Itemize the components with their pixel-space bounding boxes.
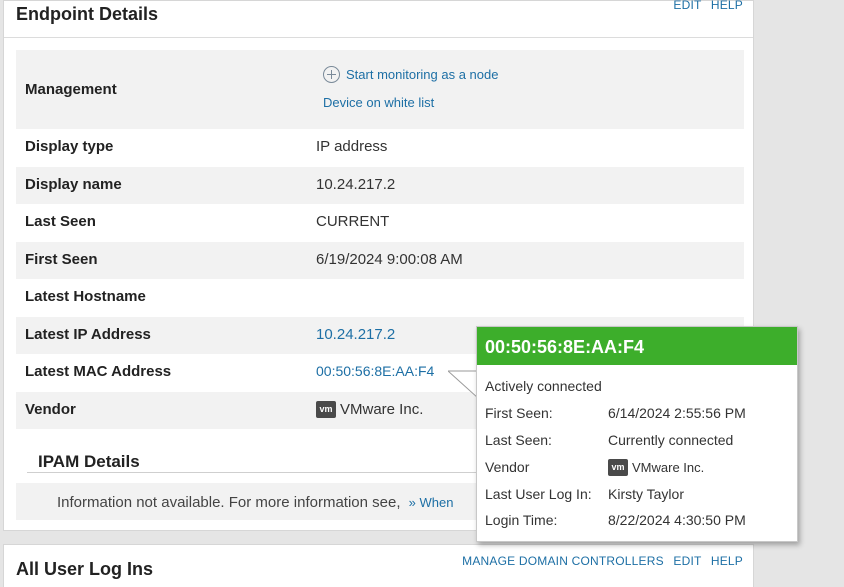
table-row: First Seen 6/19/2024 9:00:08 AM [16,241,744,279]
ipam-info-message: Information not available. For more info… [57,494,401,511]
popup-value: 8/22/2024 4:30:50 PM [608,512,746,528]
ipam-when-link[interactable]: » When [409,495,454,510]
mac-address-popup: 00:50:56:8E:AA:F4 Actively connected Fir… [476,326,798,542]
row-value: 6/19/2024 9:00:08 AM [316,250,463,268]
row-label: Latest IP Address [25,325,151,343]
panel-title: All User Log Ins [16,559,154,579]
row-label: Management [25,81,117,98]
popup-value: Kirsty Taylor [608,486,684,502]
row-label: Last Seen [25,213,96,230]
row-value: CURRENT [316,213,390,230]
user-logins-panel: All User Log Ins MANAGE DOMAIN CONTROLLE… [3,544,754,587]
row-label: Vendor [25,400,76,418]
panel-links: EDIT HELP [667,0,743,12]
popup-value: 6/14/2024 2:55:56 PM [608,405,746,421]
popup-key: Last Seen: [485,432,552,448]
table-row: Display type IP address [16,129,744,167]
ipam-info-text: Information not available. For more info… [57,494,453,511]
panel-links: MANAGE DOMAIN CONTROLLERS EDIT HELP [456,554,743,568]
popup-key: Vendor [485,459,530,475]
panel-title: Endpoint Details [16,4,159,24]
start-monitoring-link[interactable]: Start monitoring as a node [346,67,498,82]
ip-address-link[interactable]: 10.24.217.2 [316,326,395,343]
row-label: Display name [25,175,122,193]
row-value: 10.24.217.2 [316,175,396,193]
popup-key: Login Time: [485,512,558,528]
popup-key: First Seen: [485,405,553,421]
vendor-name: VMware Inc. [340,400,424,418]
row-label: First Seen [25,250,98,268]
edit-link[interactable]: EDIT [673,554,701,568]
row-label: Latest MAC Address [25,363,172,380]
popup-key: Last User Log In: [485,486,592,502]
popup-pointer [448,370,478,400]
table-row: Last Seen CURRENT [16,204,744,242]
endpoint-details-header: Endpoint Details EDIT HELP [4,0,753,38]
vendor-value: vm VMware Inc. [316,400,424,418]
vmware-icon: vm [608,459,628,476]
vendor-name: VMware Inc. [632,460,705,475]
popup-value: vm VMware Inc. [608,459,704,476]
management-actions: Start monitoring as a node Device on whi… [323,66,498,110]
vmware-icon: vm [316,400,336,418]
popup-value: Currently connected [608,432,734,448]
row-label: Display type [25,138,114,155]
management-row: Management Start monitoring as a node De… [16,50,744,129]
help-link[interactable]: HELP [711,0,743,12]
manage-domain-controllers-link[interactable]: MANAGE DOMAIN CONTROLLERS [462,554,664,568]
white-list-link[interactable]: Device on white list [323,95,434,110]
table-row: Latest Hostname [16,279,744,317]
ipam-details-title: IPAM Details [38,452,140,471]
user-logins-header: All User Log Ins MANAGE DOMAIN CONTROLLE… [4,545,753,582]
help-link[interactable]: HELP [711,554,743,568]
connection-status: Actively connected [485,378,602,394]
row-value: IP address [316,138,388,155]
mac-address-link[interactable]: 00:50:56:8E:AA:F4 [316,363,434,379]
popup-title: 00:50:56:8E:AA:F4 [477,327,797,365]
row-label: Latest Hostname [25,288,146,305]
add-circle-icon[interactable] [323,66,340,83]
table-row: Display name 10.24.217.2 [16,166,744,204]
edit-link[interactable]: EDIT [673,0,701,12]
